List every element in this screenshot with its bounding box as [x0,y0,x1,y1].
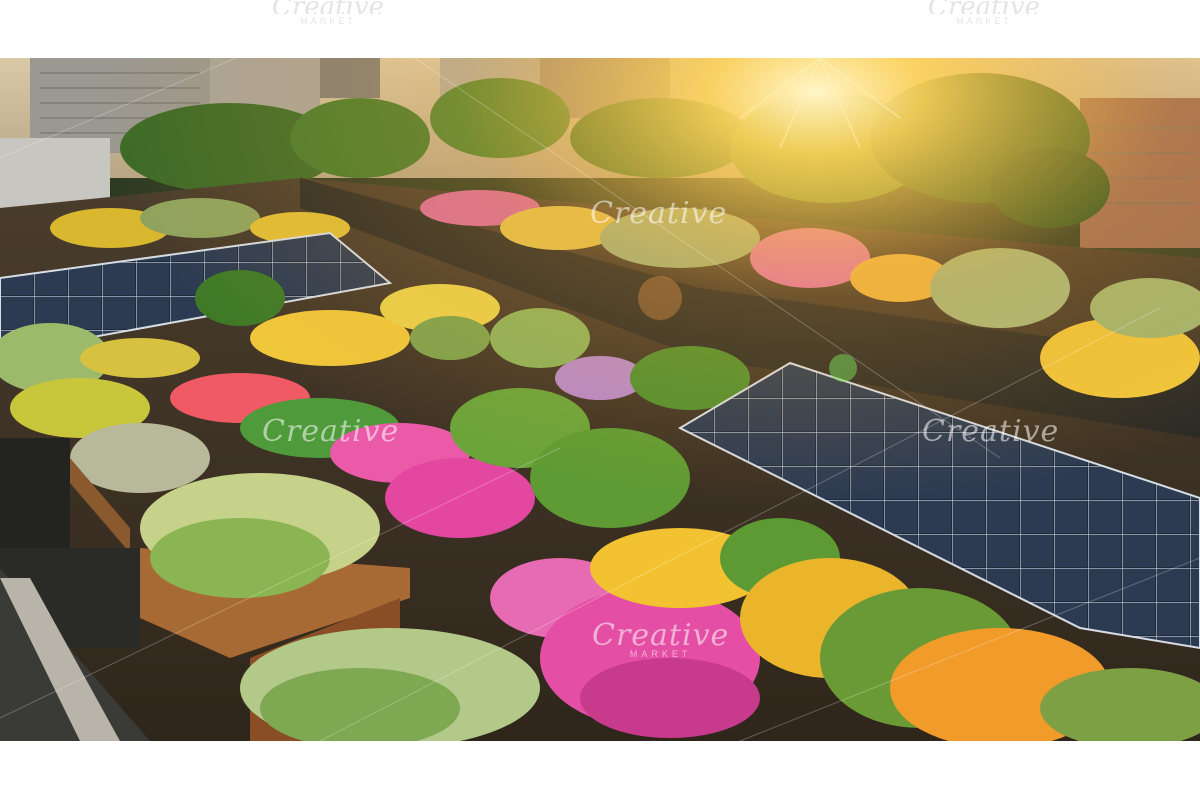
watermark-brand: Creative [590,196,728,231]
watermark-sub: MARKET [956,16,1012,26]
watermark-sub: MARKET [300,16,356,26]
watermark-brand: Creative [914,0,1054,14]
watermark-overlay: Creative [922,414,1059,449]
watermark-brand: Creative [262,414,400,449]
watermark-logo-left: Creative MARKET [258,0,398,26]
watermark-logo-right: Creative MARKET [914,0,1054,26]
watermark-brand: Creative [592,618,730,653]
rooftop-garden-photo: Creative Creative Creative Creative MARK… [0,58,1200,741]
lens-flare [829,354,857,382]
watermark-overlay: Creative [262,414,399,449]
watermark-brand: Creative [922,414,1060,449]
watermark-brand: Creative [258,0,398,14]
lens-flare [638,276,682,320]
watermark-overlay: Creative [590,196,727,231]
watermark-overlay: Creative MARKET [592,618,729,659]
